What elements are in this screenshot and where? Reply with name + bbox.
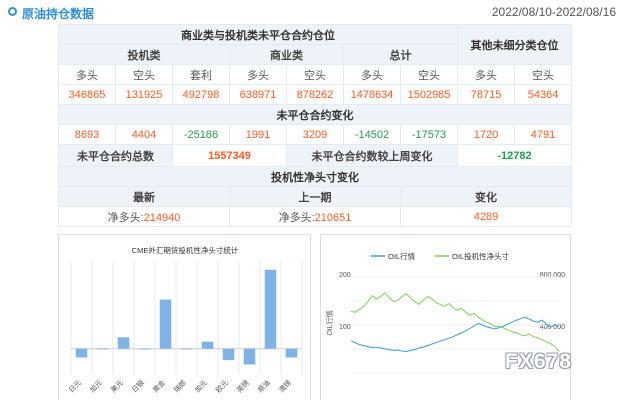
x-tick-label: 瑞郎 — [172, 378, 188, 394]
net-prev-value: 210651 — [314, 211, 352, 224]
circle-icon — [8, 7, 17, 16]
value-comm-short: 878262 — [286, 84, 344, 105]
change-other-short: 4791 — [514, 124, 573, 145]
total-oi-value: 1557349 — [172, 144, 287, 167]
subheader-speculative: 投机类 — [58, 44, 230, 65]
change-spec-spread: -25186 — [172, 124, 230, 145]
change-total-long: -14502 — [343, 124, 401, 145]
series-line-oil-net-position — [350, 291, 560, 352]
oil-price-position-line-chart: OIL行情 OIL投机性净头寸200100800 000400 000OIL行情 — [325, 251, 565, 374]
group-header-commercial-speculative: 商业类与投机类未平仓合约仓位 — [57, 24, 459, 45]
col-spread: 套利 — [172, 64, 230, 85]
bar — [243, 348, 256, 365]
change-comm-long: 1991 — [229, 124, 287, 145]
bar — [117, 337, 130, 349]
x-tick-label: 欧元 — [214, 378, 230, 394]
cme-net-position-chart-panel: CME外汇期货投机性净头寸统计 日元 加元 美元 日银 黄金 瑞郎 加元 欧元 英镑 原油 澳镑 — [58, 234, 311, 400]
value-other-long: 78715 — [457, 84, 516, 105]
x-tick-label: 原油 — [256, 378, 272, 394]
x-tick-label: 澳镑 — [277, 378, 293, 394]
y-axis-label: OIL行情 — [325, 310, 334, 335]
value-other-short: 54364 — [514, 84, 573, 105]
col-long: 多头 — [229, 64, 287, 85]
change-comm-short: 3209 — [286, 124, 344, 145]
net-prev-cell: 净多头:210651 — [229, 206, 401, 227]
bar — [264, 269, 277, 349]
net-change-label: 变化 — [399, 186, 573, 207]
bar — [159, 299, 172, 349]
subheader-commercial: 商业类 — [229, 44, 344, 65]
x-tick-label: 黄金 — [151, 378, 167, 394]
y-left-tick: 200 — [339, 272, 351, 279]
bar — [201, 341, 214, 349]
value-spec-spread: 492798 — [172, 84, 230, 105]
bar — [285, 348, 298, 358]
col-long: 多头 — [58, 64, 116, 85]
subheader-total: 总计 — [342, 44, 459, 65]
change-other-long: 1720 — [457, 124, 516, 145]
legend-oil-net-position: OIL投机性净头寸 — [452, 251, 510, 261]
col-short: 空头 — [514, 64, 573, 85]
oil-price-position-chart-panel: OIL行情 OIL投机性净头寸 200 100 800 000 400 000 OIL行情 — [320, 234, 571, 400]
change-total-short: -17573 — [399, 124, 459, 145]
total-oi-label: 未平仓合约总数 — [58, 144, 173, 167]
date-range: 2022/08/10-2022/08/16 — [491, 5, 616, 19]
net-latest-prefix: 净多头: — [107, 211, 144, 224]
net-position-title: 投机性净头寸变化 — [57, 166, 573, 187]
col-short: 空头 — [399, 64, 459, 85]
oi-change-title: 未平仓合约变化 — [57, 104, 573, 125]
change-spec-long: 8693 — [58, 124, 116, 145]
col-long: 多头 — [343, 64, 401, 85]
net-change-value: 4289 — [399, 206, 573, 227]
y-right-tick: 800 000 — [540, 272, 565, 279]
value-comm-long: 638971 — [229, 84, 287, 105]
x-tick-label: 日元 — [67, 379, 83, 395]
oi-vs-last-week-value: -12782 — [457, 144, 573, 167]
x-tick-label: 加元 — [193, 378, 209, 394]
y-left-tick: 100 — [339, 324, 351, 331]
x-tick-label: 英镑 — [235, 378, 251, 394]
change-spec-short: 4404 — [115, 124, 173, 145]
bar — [96, 348, 109, 350]
cme-net-position-bar-chart: CME外汇期货投机性净头寸统计日元 加元 美元 日银 黄金 瑞郎 加元 欧元 英镑 原油 澳镑 — [67, 245, 303, 395]
section-header: 原油持仓数据 2022/08/10-2022/08/16 — [0, 0, 629, 24]
chart-title: CME外汇期货投机性净头寸统计 — [132, 245, 239, 255]
section-title: 原油持仓数据 — [22, 7, 95, 21]
x-tick-label: 日银 — [130, 378, 146, 394]
fx678-watermark: FX678 — [505, 350, 572, 373]
value-spec-long: 346865 — [58, 84, 116, 105]
col-short: 空头 — [286, 64, 344, 85]
x-tick-label: 加元 — [88, 378, 104, 394]
net-latest-label: 最新 — [58, 186, 230, 207]
value-total-short: 1502985 — [399, 84, 459, 105]
col-long: 多头 — [457, 64, 516, 85]
crude-positions-table: 商业类与投机类未平仓合约仓位 其他未细分类仓位 投机类 商业类 总计 多头 空头… — [57, 24, 573, 227]
bar — [180, 348, 193, 350]
value-spec-short: 131925 — [115, 84, 173, 105]
x-tick-label: 美元 — [109, 378, 125, 394]
value-total-long: 1478634 — [343, 84, 401, 105]
group-header-other: 其他未细分类仓位 — [457, 24, 573, 65]
legend-oil-price: OIL行情 — [388, 251, 416, 261]
bar — [75, 348, 88, 358]
net-prev-prefix: 净多头: — [278, 211, 315, 224]
bar — [222, 348, 235, 361]
bar — [138, 348, 151, 350]
col-short: 空头 — [115, 64, 173, 85]
oi-vs-last-week-label: 未平仓合约数较上周变化 — [285, 144, 459, 167]
net-prev-label: 上一期 — [229, 186, 401, 207]
net-latest-value: 214940 — [143, 211, 181, 224]
net-latest-cell: 净多头:214940 — [58, 206, 230, 227]
